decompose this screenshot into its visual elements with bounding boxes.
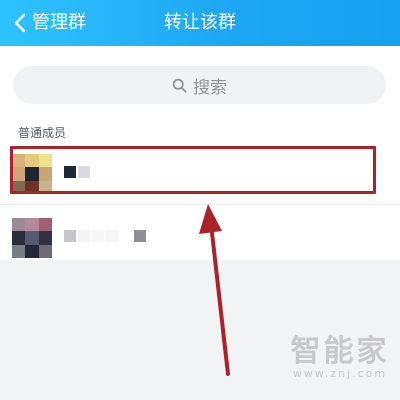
watermark-logo-text: 智能家 <box>290 334 390 369</box>
watermark-url: www.znj.com <box>292 367 388 380</box>
watermark: 智能家 www.znj.com <box>290 336 390 380</box>
